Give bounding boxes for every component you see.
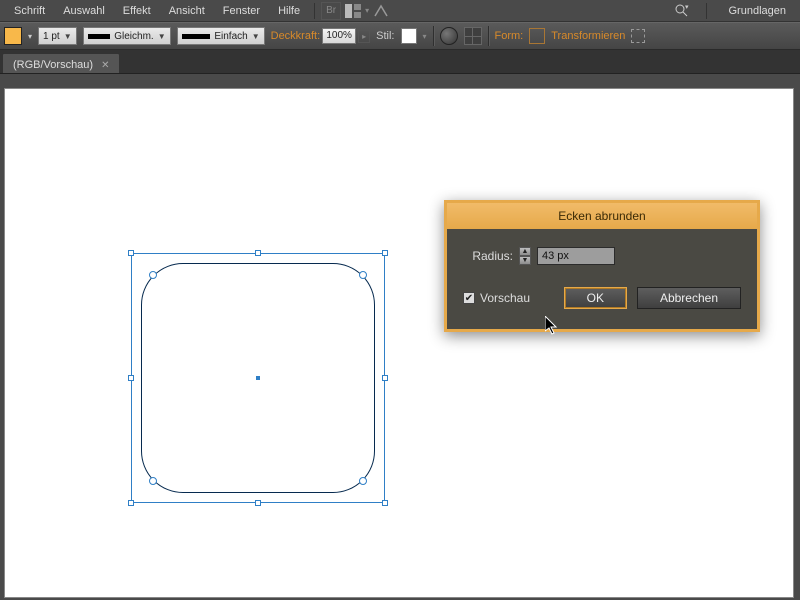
round-corners-dialog: Ecken abrunden Radius: ▲ ▼ ✔ Vorschau OK… <box>444 200 760 332</box>
document-tab-title: (RGB/Vorschau) <box>13 59 93 71</box>
transform-label[interactable]: Transformieren <box>551 30 625 42</box>
radius-input[interactable] <box>537 247 615 265</box>
dialog-title[interactable]: Ecken abrunden <box>447 203 757 229</box>
search-icon[interactable]: ▾ <box>672 2 692 20</box>
menu-separator <box>706 3 707 19</box>
arrange-documents-icon[interactable] <box>343 2 363 20</box>
brush-profile-dropdown[interactable]: Einfach ▼ <box>177 27 265 45</box>
cancel-button[interactable]: Abbrechen <box>637 287 741 309</box>
style-label: Stil: <box>376 30 394 42</box>
artboard[interactable] <box>4 88 794 598</box>
gpu-icon[interactable] <box>371 2 391 20</box>
opacity-value-field[interactable]: 100% <box>322 28 356 44</box>
resize-handle[interactable] <box>382 250 388 256</box>
brush-profile-label: Einfach <box>214 31 247 42</box>
menu-schrift[interactable]: Schrift <box>6 2 53 20</box>
radius-label: Radius: <box>463 249 513 263</box>
corner-widget-icon[interactable] <box>149 271 157 279</box>
brush-preview-icon <box>182 34 211 39</box>
spinner-up-icon[interactable]: ▲ <box>519 247 531 256</box>
corner-widget-icon[interactable] <box>359 477 367 485</box>
stroke-profile-label: Gleichm. <box>114 31 153 42</box>
radius-spinner[interactable]: ▲ ▼ <box>519 247 531 265</box>
menu-bar: Schrift Auswahl Effekt Ansicht Fenster H… <box>0 0 800 22</box>
shape-label[interactable]: Form: <box>495 30 524 42</box>
stroke-width-dropdown[interactable]: 1 pt ▼ <box>38 27 77 45</box>
stroke-profile-dropdown[interactable]: Gleichm. ▼ <box>83 27 171 45</box>
chevron-down-icon: ▼ <box>252 32 260 41</box>
resize-handle[interactable] <box>382 500 388 506</box>
resize-handle[interactable] <box>128 500 134 506</box>
document-tab[interactable]: (RGB/Vorschau) ✕ <box>2 53 120 73</box>
svg-text:▾: ▾ <box>685 4 689 11</box>
document-tab-strip: (RGB/Vorschau) ✕ <box>0 50 800 74</box>
shape-properties-icon[interactable] <box>529 28 545 44</box>
menu-ansicht[interactable]: Ansicht <box>161 2 213 20</box>
menu-separator <box>314 3 315 19</box>
resize-handle[interactable] <box>128 375 134 381</box>
chevron-down-icon: ▼ <box>64 32 72 41</box>
chevron-down-icon: ▼ <box>158 32 166 41</box>
recolor-artwork-icon[interactable] <box>440 27 458 45</box>
bridge-icon[interactable]: Br <box>321 2 341 20</box>
preview-checkbox-label: Vorschau <box>480 291 530 305</box>
close-tab-icon[interactable]: ✕ <box>101 60 109 71</box>
opacity-label[interactable]: Deckkraft: <box>271 30 321 42</box>
options-bar: ▾ 1 pt ▼ Gleichm. ▼ Einfach ▼ Deckkraft:… <box>0 22 800 50</box>
corner-widget-icon[interactable] <box>359 271 367 279</box>
preview-checkbox[interactable]: ✔ Vorschau <box>463 291 530 305</box>
fill-color-swatch[interactable] <box>4 27 22 45</box>
resize-handle[interactable] <box>255 500 261 506</box>
resize-handle[interactable] <box>382 375 388 381</box>
resize-handle[interactable] <box>128 250 134 256</box>
menu-effekt[interactable]: Effekt <box>115 2 159 20</box>
workspace-switcher[interactable]: Grundlagen <box>721 2 795 20</box>
spinner-down-icon[interactable]: ▼ <box>519 256 531 265</box>
canvas-area <box>0 74 800 600</box>
menu-fenster[interactable]: Fenster <box>215 2 268 20</box>
stroke-preview-icon <box>88 34 111 39</box>
transform-panel-icon[interactable] <box>631 29 645 43</box>
option-separator <box>433 26 434 46</box>
ok-button[interactable]: OK <box>564 287 627 309</box>
corner-widget-icon[interactable] <box>149 477 157 485</box>
opacity-menu-icon[interactable]: ▸ <box>358 30 370 43</box>
option-separator <box>488 26 489 46</box>
rounded-rectangle-shape[interactable] <box>141 263 375 493</box>
stroke-width-value: 1 pt <box>43 31 60 42</box>
graphic-style-swatch[interactable] <box>401 28 417 44</box>
selection-bounding-box[interactable] <box>131 253 385 503</box>
align-panel-icon[interactable] <box>464 27 482 45</box>
resize-handle[interactable] <box>255 250 261 256</box>
menu-hilfe[interactable]: Hilfe <box>270 2 308 20</box>
menu-auswahl[interactable]: Auswahl <box>55 2 113 20</box>
checkbox-check-icon: ✔ <box>463 292 475 304</box>
